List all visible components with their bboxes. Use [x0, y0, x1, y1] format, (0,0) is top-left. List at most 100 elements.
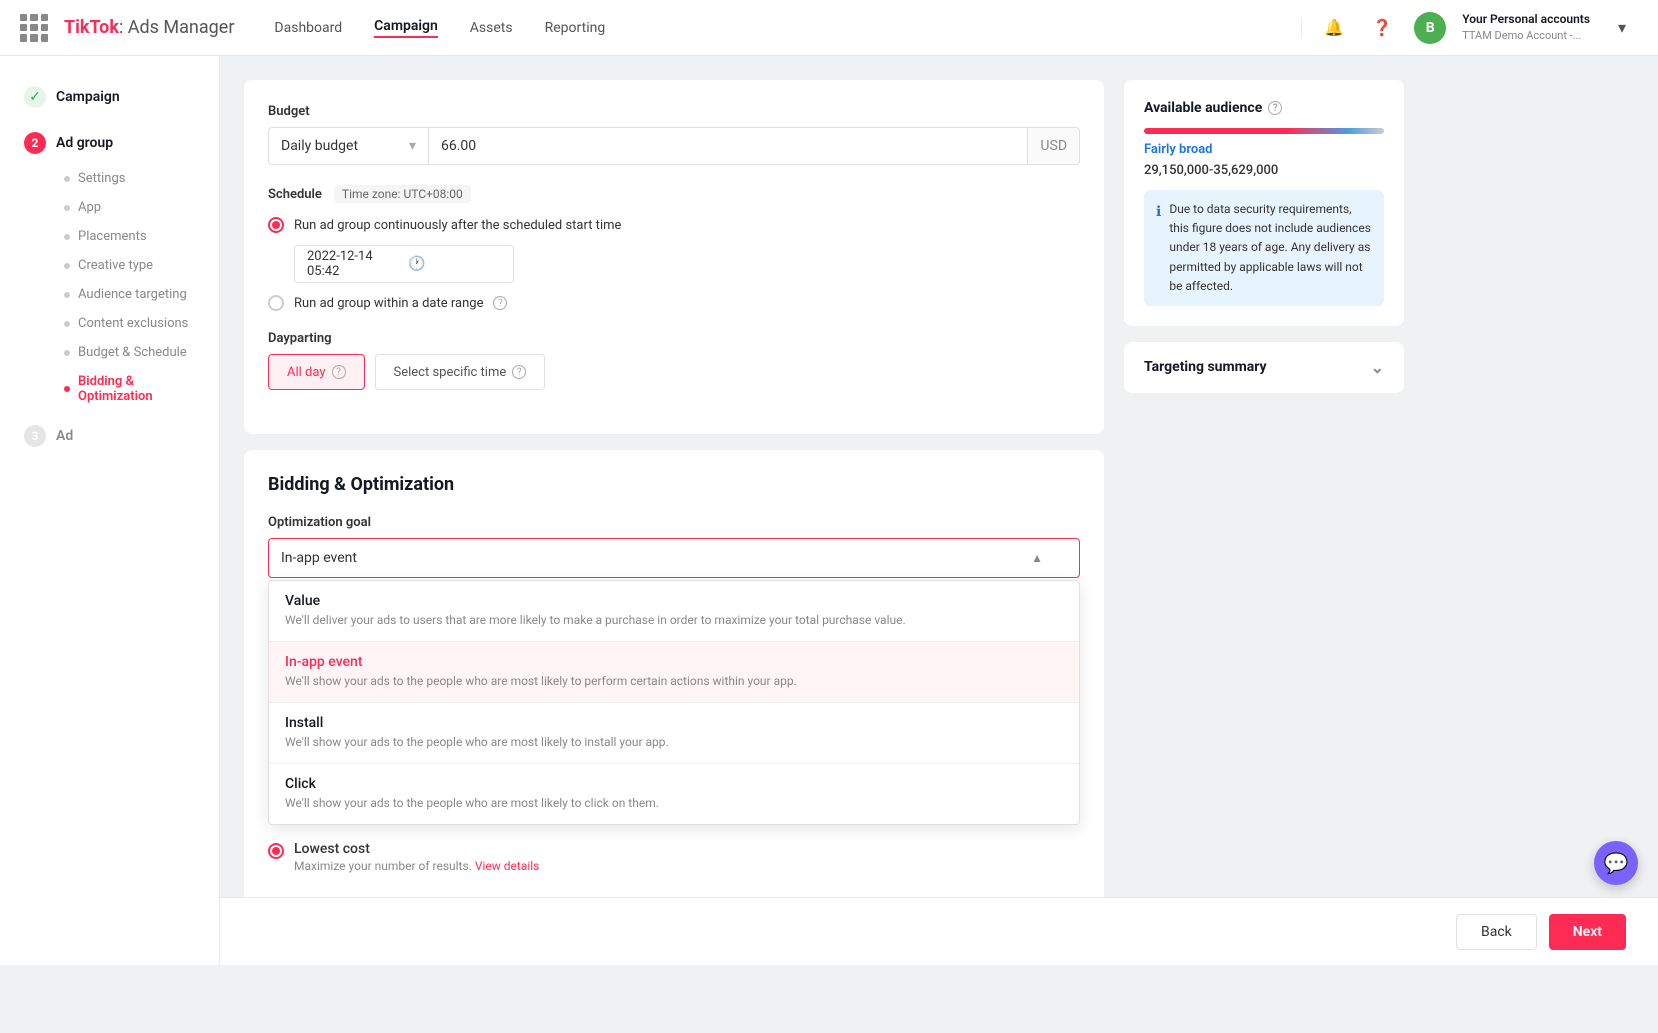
right-panel: Available audience ? Fairly broad 29,150…	[1124, 80, 1404, 933]
dropdown-item-install-desc: We'll show your ads to the people who ar…	[285, 733, 1063, 751]
schedule-option2-text: Run ad group within a date range	[294, 296, 483, 311]
daypart-specific-button[interactable]: Select specific time ?	[375, 354, 546, 390]
sidebar-step-adgroup-label: Ad group	[56, 135, 113, 151]
back-button[interactable]: Back	[1456, 914, 1537, 950]
audience-broad-label: Fairly broad	[1144, 142, 1384, 157]
audience-notice-text: Due to data security requirements, this …	[1169, 200, 1372, 296]
topnav-right: 🔔 ❓ B Your Personal accounts TTAM Demo A…	[1301, 11, 1638, 43]
budget-field-row: Budget Daily budget ▾ USD	[268, 104, 1080, 165]
next-button[interactable]: Next	[1549, 914, 1626, 950]
chat-bubble[interactable]: 💬	[1594, 841, 1638, 885]
dot-creative-type	[64, 263, 70, 269]
sidebar-item-budget-schedule[interactable]: Budget & Schedule	[56, 338, 203, 367]
dayparting-field-row: Dayparting All day ? Select specific tim…	[268, 331, 1080, 390]
audience-notice: ℹ Due to data security requirements, thi…	[1144, 190, 1384, 306]
optimization-chevron-icon: ▲	[1031, 551, 1043, 565]
dropdown-item-value-title: Value	[285, 593, 1063, 609]
optimization-select-wrapper: In-app event ▲ Value We'll deliver your …	[268, 538, 1080, 825]
sidebar-item-placements-label: Placements	[78, 229, 147, 244]
main-content: Budget Daily budget ▾ USD	[220, 56, 1658, 1033]
bid-lowest-cost-radio[interactable]	[268, 843, 284, 859]
dot-content-exclusions	[64, 321, 70, 327]
sidebar-step-ad-label: Ad	[56, 428, 73, 444]
schedule-date-value: 2022-12-14 05:42	[307, 249, 400, 279]
schedule-option1-text: Run ad group continuously after the sche…	[294, 218, 621, 233]
avatar: B	[1414, 12, 1446, 44]
daypart-allday-button[interactable]: All day ?	[268, 354, 365, 390]
bid-view-details-link[interactable]: View details	[475, 859, 540, 873]
sidebar-item-content-exclusions[interactable]: Content exclusions	[56, 309, 203, 338]
account-dropdown-button[interactable]: ▾	[1606, 12, 1638, 44]
dropdown-item-inapp[interactable]: In-app event We'll show your ads to the …	[269, 642, 1079, 702]
budget-type-label: Daily budget	[281, 138, 358, 154]
topnav: TikTok: Ads Manager Dashboard Campaign A…	[0, 0, 1658, 56]
sidebar-step-ad-header[interactable]: 3 Ad	[16, 415, 203, 457]
sidebar-step-campaign-header[interactable]: ✓ Campaign	[16, 76, 203, 118]
daypart-specific-label: Select specific time	[394, 365, 507, 380]
budget-type-select[interactable]: Daily budget ▾	[268, 127, 428, 165]
divider	[1301, 18, 1302, 38]
nav-assets[interactable]: Assets	[470, 20, 513, 36]
dot-settings	[64, 176, 70, 182]
sidebar-step-campaign: ✓ Campaign	[0, 76, 219, 118]
sidebar-item-budget-schedule-label: Budget & Schedule	[78, 345, 187, 360]
topnav-links: Dashboard Campaign Assets Reporting	[274, 18, 1301, 38]
schedule-date-input[interactable]: 2022-12-14 05:42 🕐	[294, 245, 514, 283]
sidebar-item-audience-targeting[interactable]: Audience targeting	[56, 280, 203, 309]
bottom-bar: Back Next	[220, 897, 1658, 965]
bid-lowest-cost-label: Lowest cost	[294, 841, 539, 857]
notice-info-icon: ℹ	[1156, 201, 1161, 296]
sidebar-item-bidding-optimization-label: Bidding & Optimization	[78, 374, 195, 404]
schedule-radio1[interactable]	[268, 217, 284, 233]
sidebar-step-campaign-label: Campaign	[56, 89, 120, 105]
nav-campaign[interactable]: Campaign	[374, 18, 438, 38]
sidebar-item-app-label: App	[78, 200, 101, 215]
sidebar-sub-items: Settings App Placements Creative type Au…	[16, 164, 203, 411]
schedule-option2[interactable]: Run ad group within a date range ?	[268, 295, 1080, 311]
bid-desc-text: Maximize your number of results.	[294, 859, 472, 873]
targeting-summary-header[interactable]: Targeting summary ⌄	[1144, 358, 1384, 377]
sidebar-item-bidding-optimization[interactable]: Bidding & Optimization	[56, 367, 203, 411]
budget-label: Budget	[268, 104, 1080, 119]
dropdown-item-install[interactable]: Install We'll show your ads to the peopl…	[269, 703, 1079, 763]
bidding-section-title: Bidding & Optimization	[268, 474, 1080, 495]
nav-dashboard[interactable]: Dashboard	[274, 20, 342, 36]
grid-icon	[20, 14, 48, 42]
audience-bar	[1144, 128, 1384, 134]
sidebar-item-settings[interactable]: Settings	[56, 164, 203, 193]
budget-amount-input[interactable]	[428, 127, 1028, 165]
notification-button[interactable]: 🔔	[1318, 12, 1350, 44]
dropdown-item-inapp-desc: We'll show your ads to the people who ar…	[285, 672, 1063, 690]
sidebar-step-adgroup: 2 Ad group Settings App Placements	[0, 122, 219, 411]
dropdown-item-click[interactable]: Click We'll show your ads to the people …	[269, 764, 1079, 824]
dropdown-item-install-title: Install	[285, 715, 1063, 731]
help-button[interactable]: ❓	[1366, 12, 1398, 44]
nav-reporting[interactable]: Reporting	[545, 20, 606, 36]
daypart-specific-info-icon[interactable]: ?	[512, 365, 526, 379]
optimization-select[interactable]: In-app event ▲	[268, 538, 1080, 578]
sidebar-item-app[interactable]: App	[56, 193, 203, 222]
dropdown-item-value-desc: We'll deliver your ads to users that are…	[285, 611, 1063, 629]
daypart-allday-info-icon[interactable]: ?	[332, 365, 346, 379]
audience-info-icon[interactable]: ?	[1268, 101, 1282, 115]
schedule-label: Schedule	[268, 187, 322, 202]
account-sub: TTAM Demo Account -...	[1462, 28, 1590, 43]
schedule-option2-info-icon[interactable]: ?	[493, 296, 507, 310]
sidebar: ✓ Campaign 2 Ad group Settings App	[0, 56, 220, 965]
layout: ✓ Campaign 2 Ad group Settings App	[0, 56, 1658, 1033]
sidebar-step-adgroup-header[interactable]: 2 Ad group	[16, 122, 203, 164]
schedule-option1[interactable]: Run ad group continuously after the sche…	[268, 217, 1080, 233]
sidebar-item-content-exclusions-label: Content exclusions	[78, 316, 188, 331]
optimization-goal-row: Optimization goal In-app event ▲	[268, 515, 1080, 873]
timezone-badge: Time zone: UTC+08:00	[334, 185, 471, 203]
content-wrapper: Budget Daily budget ▾ USD	[244, 80, 1634, 933]
dot-bidding-optimization	[64, 386, 70, 392]
schedule-radio2[interactable]	[268, 295, 284, 311]
dayparting-label: Dayparting	[268, 331, 1080, 346]
targeting-summary-label: Targeting summary	[1144, 359, 1267, 375]
clock-icon: 🕐	[408, 256, 501, 272]
dropdown-item-value[interactable]: Value We'll deliver your ads to users th…	[269, 581, 1079, 641]
sidebar-item-placements[interactable]: Placements	[56, 222, 203, 251]
sidebar-item-creative-type[interactable]: Creative type	[56, 251, 203, 280]
sidebar-item-audience-targeting-label: Audience targeting	[78, 287, 187, 302]
